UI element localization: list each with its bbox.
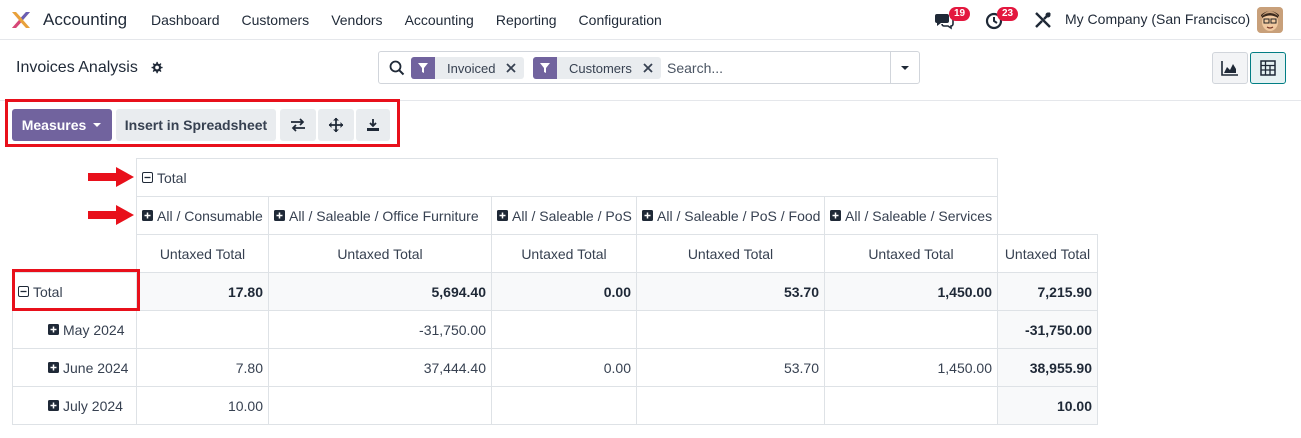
pivot-cell[interactable]: 53.70 [636,348,825,387]
pivot-cell[interactable] [268,386,492,425]
page-title: Invoices Analysis [16,59,138,76]
expand-icon [497,210,508,221]
col-header-pos[interactable]: All / Saleable / PoS [491,196,637,235]
pivot-cell[interactable] [491,310,637,349]
pivot-cell[interactable]: 1,450.00 [824,348,998,387]
area-chart-icon [1221,61,1238,76]
menu-vendors[interactable]: Vendors [320,0,393,40]
menu-configuration[interactable]: Configuration [568,0,673,40]
pivot-cell[interactable] [636,386,825,425]
pivot-cell[interactable] [824,386,998,425]
measure-header[interactable]: Untaxed Total [136,234,269,273]
pivot-cell[interactable]: 17.80 [136,272,269,311]
company-switcher[interactable]: My Company (San Francisco) [1065,11,1250,27]
pivot-view-button[interactable] [1250,52,1286,84]
pivot-cell[interactable]: 10.00 [136,386,269,425]
pivot-cell[interactable]: -31,750.00 [268,310,492,349]
pivot-total-cell[interactable]: 10.00 [997,386,1098,425]
red-arrow-icon [88,205,134,225]
pivot-cell[interactable] [491,386,637,425]
pivot-cell[interactable]: 37,444.40 [268,348,492,387]
expand-icon [830,210,841,221]
expand-icon [48,324,59,335]
facet-label: Customers [569,60,632,76]
measure-header[interactable]: Untaxed Total [268,234,492,273]
menu-customers[interactable]: Customers [231,0,321,40]
menu-dashboard[interactable]: Dashboard [140,0,231,40]
main-menu: Dashboard Customers Vendors Accounting R… [140,0,673,40]
expand-icon [48,362,59,373]
facet-label: Invoiced [447,60,496,76]
debug-tools-icon[interactable] [1033,10,1053,30]
col-header-pos-food[interactable]: All / Saleable / PoS / Food [636,196,825,235]
remove-facet-icon[interactable] [640,60,656,76]
search-icon[interactable] [389,60,405,76]
expand-icon [142,210,153,221]
col-header-total[interactable]: Total [136,158,998,197]
pivot-cell[interactable]: 53.70 [636,272,825,311]
messages-badge: 19 [949,7,971,21]
app-name[interactable]: Accounting [43,10,127,30]
col-header-label: All / Consumable [157,207,263,224]
toolbar-annotation-box [5,99,400,147]
pivot-total-cell[interactable]: -31,750.00 [997,310,1098,349]
pivot-total-cell[interactable]: 38,955.90 [997,348,1098,387]
measure-header[interactable]: Untaxed Total [491,234,637,273]
user-avatar[interactable] [1257,7,1283,33]
col-header-consumable[interactable]: All / Consumable [136,196,269,235]
row-header-label: June 2024 [63,359,129,376]
remove-facet-icon[interactable] [503,60,519,76]
col-header-office-furniture[interactable]: All / Saleable / Office Furniture [268,196,492,235]
graph-view-button[interactable] [1212,52,1248,84]
col-header-label: All / Saleable / PoS / Food [657,207,821,224]
measure-header[interactable]: Untaxed Total [997,234,1098,273]
search-bar: Invoiced Customers [378,51,920,84]
pivot-cell[interactable]: 7.80 [136,348,269,387]
menu-reporting[interactable]: Reporting [485,0,568,40]
measure-header[interactable]: Untaxed Total [824,234,998,273]
pivot-cell[interactable] [636,310,825,349]
pivot-cell[interactable] [824,310,998,349]
col-header-label: All / Saleable / Office Furniture [289,207,479,224]
pivot-cell[interactable]: 1,450.00 [824,272,998,311]
expand-icon [274,210,285,221]
expand-icon [642,210,653,221]
accounting-app-icon[interactable] [10,9,32,31]
pivot-total-cell[interactable]: 7,215.90 [997,272,1098,311]
row-header-label: May 2024 [63,321,125,338]
col-header-services[interactable]: All / Saleable / Services [824,196,998,235]
row-header-july-2024[interactable]: July 2024 [12,386,137,425]
measure-header[interactable]: Untaxed Total [636,234,825,273]
facet-invoiced: Invoiced [411,57,525,79]
pivot-cell[interactable]: 5,694.40 [268,272,492,311]
filter-icon [411,57,435,79]
top-navbar: Accounting Dashboard Customers Vendors A… [0,0,1301,40]
search-input[interactable] [667,58,887,78]
red-arrow-icon [88,167,134,187]
caret-down-icon [901,65,909,70]
pivot-cell[interactable]: 0.00 [491,348,637,387]
facet-customers: Customers [533,57,661,79]
row-header-may-2024[interactable]: May 2024 [12,310,137,349]
row-header-label: July 2024 [63,397,123,414]
col-header-label: Total [157,169,187,186]
pivot-cell[interactable] [136,310,269,349]
avatar-face-icon [1257,7,1283,33]
search-options-toggle[interactable] [890,52,919,83]
col-header-label: All / Saleable / PoS [512,207,632,224]
row-header-june-2024[interactable]: June 2024 [12,348,137,387]
control-panel: Invoices Analysis Invoiced Customers [0,40,1301,101]
table-icon [1260,60,1276,76]
col-header-label: All / Saleable / Services [845,207,993,224]
row-total-annotation-box [12,269,140,311]
activities-badge: 23 [997,7,1019,21]
expand-icon [48,400,59,411]
collapse-icon [142,172,153,183]
gear-icon[interactable] [150,61,163,74]
filter-icon [533,57,557,79]
menu-accounting[interactable]: Accounting [394,0,485,40]
pivot-cell[interactable]: 0.00 [491,272,637,311]
